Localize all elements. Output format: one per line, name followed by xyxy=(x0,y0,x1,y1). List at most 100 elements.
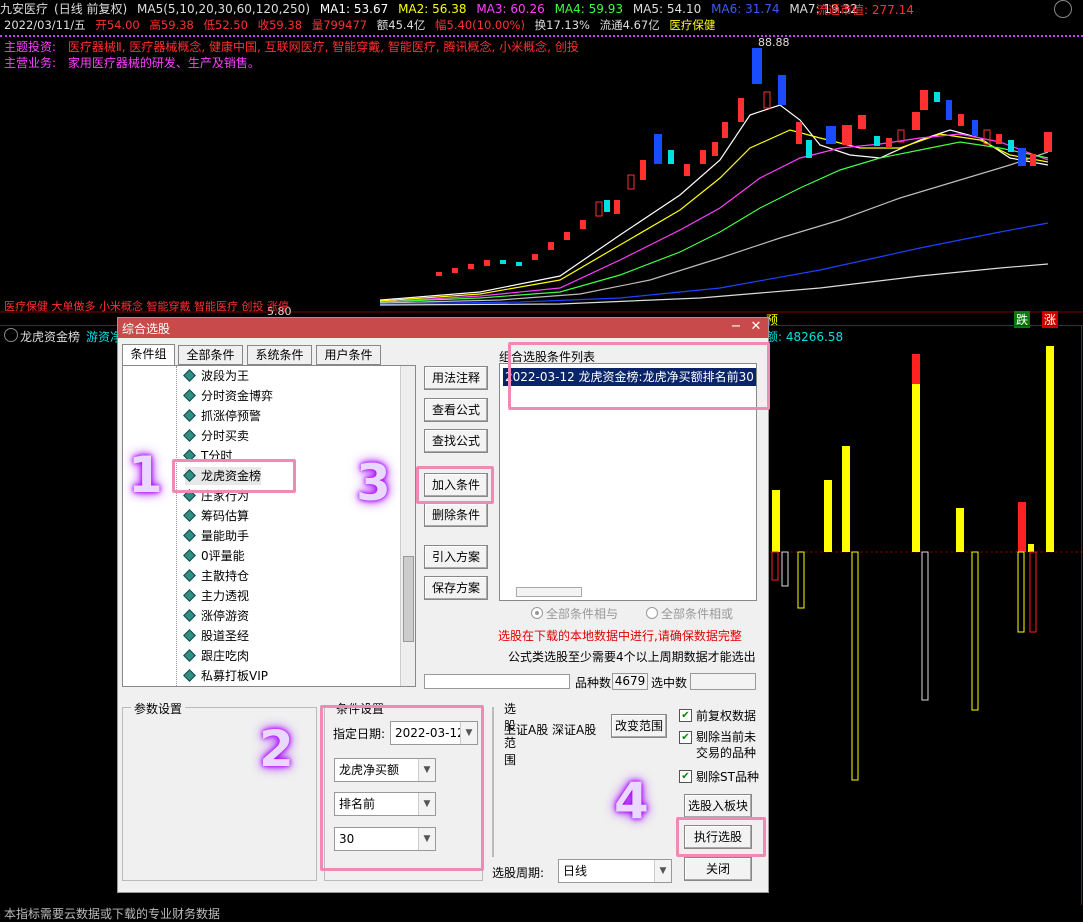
note-text: 公式类选股至少需要4个以上周期数据才能选出 xyxy=(508,650,756,664)
ma1-line xyxy=(379,104,1049,301)
tree-scroll-thumb[interactable] xyxy=(403,556,414,642)
tree-item[interactable]: 分时资金博弈 xyxy=(183,387,273,405)
radio-or-label: 全部条件相或 xyxy=(661,607,734,621)
formula-diamond-icon xyxy=(183,389,196,402)
tree-item[interactable]: 私募打板VIP xyxy=(183,667,268,685)
formula-diamond-icon xyxy=(183,569,196,582)
ma1-value: MA1: 53.67 xyxy=(319,2,389,16)
radio-and-label: 全部条件相与 xyxy=(546,607,619,621)
formula-diamond-icon xyxy=(183,609,196,622)
annotation-2: 2 xyxy=(259,720,294,778)
highlight-cond-settings xyxy=(320,705,484,871)
highlight-condition-list xyxy=(508,342,770,410)
tree-item[interactable]: 涨停游资 xyxy=(183,607,249,625)
chk-fuquan-label: 前复权数据 xyxy=(696,709,757,723)
tree-item-label: 抓涨停预警 xyxy=(201,409,262,423)
ma6-value: MA6: 31.74 xyxy=(711,2,780,16)
chevron-down-icon[interactable]: ▼ xyxy=(654,860,671,882)
tab-condition-group[interactable]: 条件组 xyxy=(122,344,175,366)
highlight-tree-item xyxy=(172,459,296,493)
formula-diamond-icon xyxy=(183,409,196,422)
tab-system-conditions[interactable]: 系统条件 xyxy=(247,345,312,365)
annotation-3: 3 xyxy=(356,454,391,512)
close-icon[interactable]: ✕ xyxy=(748,319,764,335)
ma5-value: MA5: 54.10 xyxy=(632,2,702,16)
ma3-line xyxy=(379,133,1049,303)
tree-item-label: 0评量能 xyxy=(201,549,245,563)
formula-diamond-icon xyxy=(183,369,196,382)
annotation-4: 4 xyxy=(614,772,649,830)
tree-item-label: 分时买卖 xyxy=(201,429,250,443)
tree-item-label: 量能助手 xyxy=(201,529,250,543)
status-bar: 本指标需要云数据或下载的专业财务数据 xyxy=(4,907,221,921)
tree-scrollbar[interactable] xyxy=(400,366,415,686)
tree-item[interactable]: 波段为王 xyxy=(183,367,250,385)
tree-item[interactable]: 跟庄吃肉 xyxy=(183,647,249,665)
formula-diamond-icon xyxy=(183,649,196,662)
dialog-title: 综合选股 xyxy=(122,322,171,336)
candles xyxy=(436,48,1052,276)
tree-item[interactable]: 股道圣经 xyxy=(183,627,250,645)
save-plan-button[interactable]: 保存方案 xyxy=(424,576,488,600)
formula-diamond-icon xyxy=(183,549,196,562)
tree-item-label: 股道圣经 xyxy=(201,629,250,643)
tree-item[interactable]: 分时买卖 xyxy=(183,427,250,445)
count-value: 4679 xyxy=(612,673,648,690)
ma7-line xyxy=(379,263,1049,306)
formula-diamond-icon xyxy=(183,529,196,542)
tree-item[interactable]: 筹码估算 xyxy=(183,507,249,525)
chart-period: (日线 前复权) xyxy=(54,2,128,16)
list-hscroll-thumb[interactable] xyxy=(516,587,582,597)
selected-value xyxy=(690,673,756,690)
period-value: 日线 xyxy=(563,864,588,878)
tab-all-conditions[interactable]: 全部条件 xyxy=(178,345,243,365)
minimize-icon[interactable]: − xyxy=(728,319,744,335)
view-formula-button[interactable]: 查看公式 xyxy=(424,398,488,422)
dialog-titlebar[interactable]: 综合选股 − ✕ xyxy=(118,318,768,338)
tree-item[interactable]: 主力透视 xyxy=(183,587,250,605)
tree-item-label: 主散持仓 xyxy=(201,569,250,583)
close-button[interactable]: 关闭 xyxy=(684,857,752,881)
tree-item-label: 主力透视 xyxy=(201,589,250,603)
find-formula-button[interactable]: 查找公式 xyxy=(424,429,488,453)
radio-or[interactable] xyxy=(646,607,658,619)
panel-circle-icon[interactable] xyxy=(4,328,18,342)
stock-name: 九安医疗 xyxy=(0,2,49,16)
tree-item-label: 波段为王 xyxy=(201,369,250,383)
param-group-title: 参数设置 xyxy=(131,700,186,717)
warning-text: 选股在下载的本地数据中进行,请确保数据完整 xyxy=(498,629,742,643)
chart-tags: 医疗保健 大单做多 小米概念 智能穿戴 智能医疗 创投 涨停 xyxy=(4,300,289,313)
chk-remove-st[interactable]: ✔ xyxy=(679,770,692,783)
tab-user-conditions[interactable]: 用户条件 xyxy=(316,345,381,365)
tree-item[interactable]: 0评量能 xyxy=(183,547,245,565)
indicator-name: 龙虎资金榜 xyxy=(20,330,81,344)
formula-diamond-icon xyxy=(183,429,196,442)
progress-bar xyxy=(424,674,570,689)
tree-guide-line xyxy=(176,366,177,686)
ma3-value: MA3: 60.26 xyxy=(476,2,545,16)
chk-remove-untraded-label: 剔除当前未交易的品种 xyxy=(696,730,757,760)
chk-remove-untraded[interactable]: ✔ xyxy=(679,731,692,744)
highlight-add-button xyxy=(416,466,494,504)
formula-diamond-icon xyxy=(183,589,196,602)
settings-circle-icon[interactable] xyxy=(1054,0,1072,18)
chk-remove-st-label: 剔除ST品种 xyxy=(696,770,759,784)
usage-button[interactable]: 用法注释 xyxy=(424,366,488,390)
import-plan-button[interactable]: 引入方案 xyxy=(424,545,488,569)
to-block-button[interactable]: 选股入板块 xyxy=(684,794,752,818)
formula-diamond-icon xyxy=(183,669,196,682)
tree-item[interactable]: 量能助手 xyxy=(183,527,250,545)
range-group: 选股范围 xyxy=(492,700,520,857)
formula-diamond-icon xyxy=(183,509,196,522)
period-select[interactable]: 日线 ▼ xyxy=(558,859,672,883)
chk-fuquan[interactable]: ✔ xyxy=(679,709,692,722)
tree-item[interactable]: 主散持仓 xyxy=(183,567,250,585)
change-range-button[interactable]: 改变范围 xyxy=(611,714,667,738)
condition-tree[interactable]: 波段为王 分时资金博弈 抓涨停预警 分时买卖 T分时 龙虎资金榜 庄家行为 筹码估算 量能助手 0… xyxy=(122,365,416,687)
tree-item[interactable]: 抓涨停预警 xyxy=(183,407,262,425)
peak-label: 88.88 xyxy=(758,36,790,49)
radio-and[interactable] xyxy=(531,607,543,619)
price-chart xyxy=(0,48,1083,313)
formula-diamond-icon xyxy=(183,629,196,642)
delete-condition-button[interactable]: 删除条件 xyxy=(424,503,488,527)
